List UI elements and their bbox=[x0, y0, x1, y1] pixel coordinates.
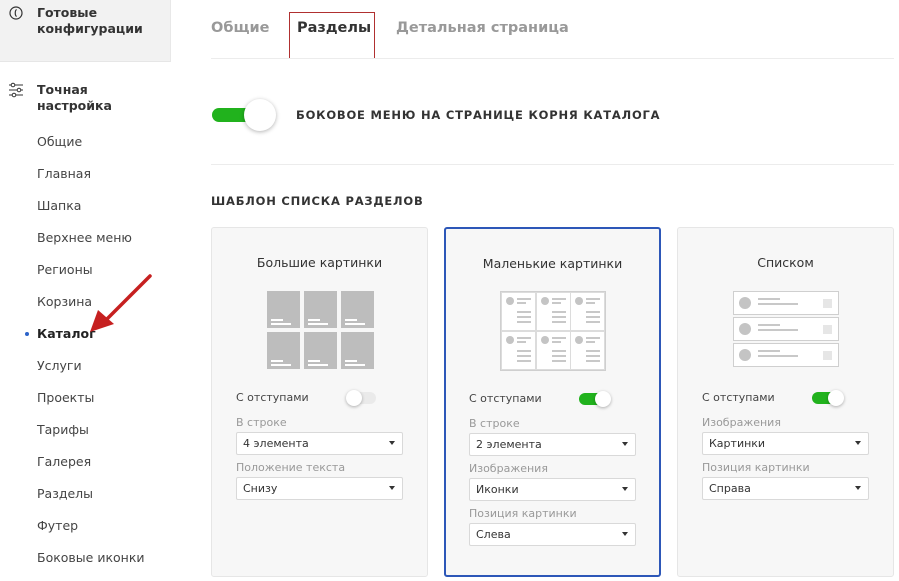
list-preview bbox=[733, 291, 839, 367]
per-row-select[interactable]: 4 элемента bbox=[236, 432, 403, 455]
indent-toggle[interactable] bbox=[812, 390, 844, 406]
sidebar: Готовые конфигурации Точная настройка Об… bbox=[0, 0, 171, 581]
images-label: Изображения bbox=[469, 462, 548, 475]
image-position-label: Позиция картинки bbox=[469, 507, 577, 520]
card-title: Списком bbox=[757, 255, 814, 270]
sidebar-item-gallery[interactable]: Галерея bbox=[37, 453, 91, 471]
side-menu-toggle-knob bbox=[244, 99, 276, 131]
image-position-value: Справа bbox=[709, 482, 751, 495]
sidebar-item-general[interactable]: Общие bbox=[37, 133, 82, 151]
sidebar-item-catalog[interactable]: Каталог bbox=[37, 325, 96, 343]
card-title: Большие картинки bbox=[256, 255, 383, 270]
caret-down-icon bbox=[622, 442, 628, 446]
sections-template-title: ШАБЛОН СПИСКА РАЗДЕЛОВ bbox=[211, 194, 424, 208]
indent-toggle[interactable] bbox=[579, 391, 611, 407]
side-menu-toggle-label: БОКОВОЕ МЕНЮ НА СТРАНИЦЕ КОРНЯ КАТАЛОГА bbox=[296, 108, 661, 122]
caret-down-icon bbox=[855, 486, 861, 490]
indent-label: С отступами bbox=[702, 391, 775, 404]
sidebar-item-main[interactable]: Главная bbox=[37, 165, 91, 183]
text-position-select[interactable]: Снизу bbox=[236, 477, 403, 500]
indent-label: С отступами bbox=[236, 391, 309, 404]
sidebar-item-side-icons[interactable]: Боковые иконки bbox=[37, 549, 145, 567]
sidebar-item-tariffs[interactable]: Тарифы bbox=[37, 421, 89, 439]
sidebar-item-footer[interactable]: Футер bbox=[37, 517, 78, 535]
section-divider bbox=[211, 164, 894, 165]
side-menu-toggle[interactable] bbox=[212, 99, 276, 131]
sidebar-item-top-menu[interactable]: Верхнее меню bbox=[37, 229, 132, 247]
template-card-small-pictures[interactable]: Маленькие картинки С отступами В строке … bbox=[444, 227, 661, 577]
fine-tuning-title: Точная настройка bbox=[37, 82, 112, 113]
text-position-value: Снизу bbox=[243, 482, 278, 495]
small-pictures-preview bbox=[500, 291, 606, 371]
active-indicator-dot bbox=[25, 332, 29, 336]
tab-general[interactable]: Общие bbox=[211, 20, 269, 36]
per-row-value: 4 элемента bbox=[243, 437, 309, 450]
per-row-select[interactable]: 2 элемента bbox=[469, 433, 636, 456]
big-pictures-preview bbox=[267, 291, 375, 369]
sidebar-item-header[interactable]: Шапка bbox=[37, 197, 81, 215]
caret-down-icon bbox=[622, 532, 628, 536]
caret-down-icon bbox=[389, 441, 395, 445]
per-row-label: В строке bbox=[236, 416, 287, 429]
per-row-label: В строке bbox=[469, 417, 520, 430]
image-position-label: Позиция картинки bbox=[702, 461, 810, 474]
images-label: Изображения bbox=[702, 416, 781, 429]
sliders-icon bbox=[9, 82, 23, 98]
sidebar-item-cart[interactable]: Корзина bbox=[37, 293, 92, 311]
images-value: Иконки bbox=[476, 483, 519, 496]
per-row-value: 2 элемента bbox=[476, 438, 542, 451]
sidebar-item-regions[interactable]: Регионы bbox=[37, 261, 93, 279]
config-circle-icon bbox=[9, 6, 23, 20]
caret-down-icon bbox=[855, 441, 861, 445]
tabs-divider bbox=[211, 58, 894, 59]
card-title: Маленькие картинки bbox=[482, 256, 623, 271]
image-position-select[interactable]: Слева bbox=[469, 523, 636, 546]
template-card-list[interactable]: Списком С отступами Изображения Картинки… bbox=[677, 227, 894, 577]
tab-sections[interactable]: Разделы bbox=[297, 20, 371, 36]
indent-label: С отступами bbox=[469, 392, 542, 405]
images-select[interactable]: Иконки bbox=[469, 478, 636, 501]
sidebar-item-sections[interactable]: Разделы bbox=[37, 485, 93, 503]
template-card-big-pictures[interactable]: Большие картинки С отступами В строке 4 … bbox=[211, 227, 428, 577]
images-value: Картинки bbox=[709, 437, 766, 450]
sidebar-item-projects[interactable]: Проекты bbox=[37, 389, 94, 407]
sidebar-item-services[interactable]: Услуги bbox=[37, 357, 82, 375]
caret-down-icon bbox=[622, 487, 628, 491]
text-position-label: Положение текста bbox=[236, 461, 346, 474]
caret-down-icon bbox=[389, 486, 395, 490]
indent-toggle[interactable] bbox=[346, 390, 378, 406]
image-position-value: Слева bbox=[476, 528, 511, 541]
ready-configs-header[interactable]: Готовые конфигурации bbox=[0, 0, 171, 62]
images-select[interactable]: Картинки bbox=[702, 432, 869, 455]
tab-detail-page[interactable]: Детальная страница bbox=[396, 20, 569, 36]
image-position-select[interactable]: Справа bbox=[702, 477, 869, 500]
ready-configs-title: Готовые конфигурации bbox=[37, 5, 143, 36]
